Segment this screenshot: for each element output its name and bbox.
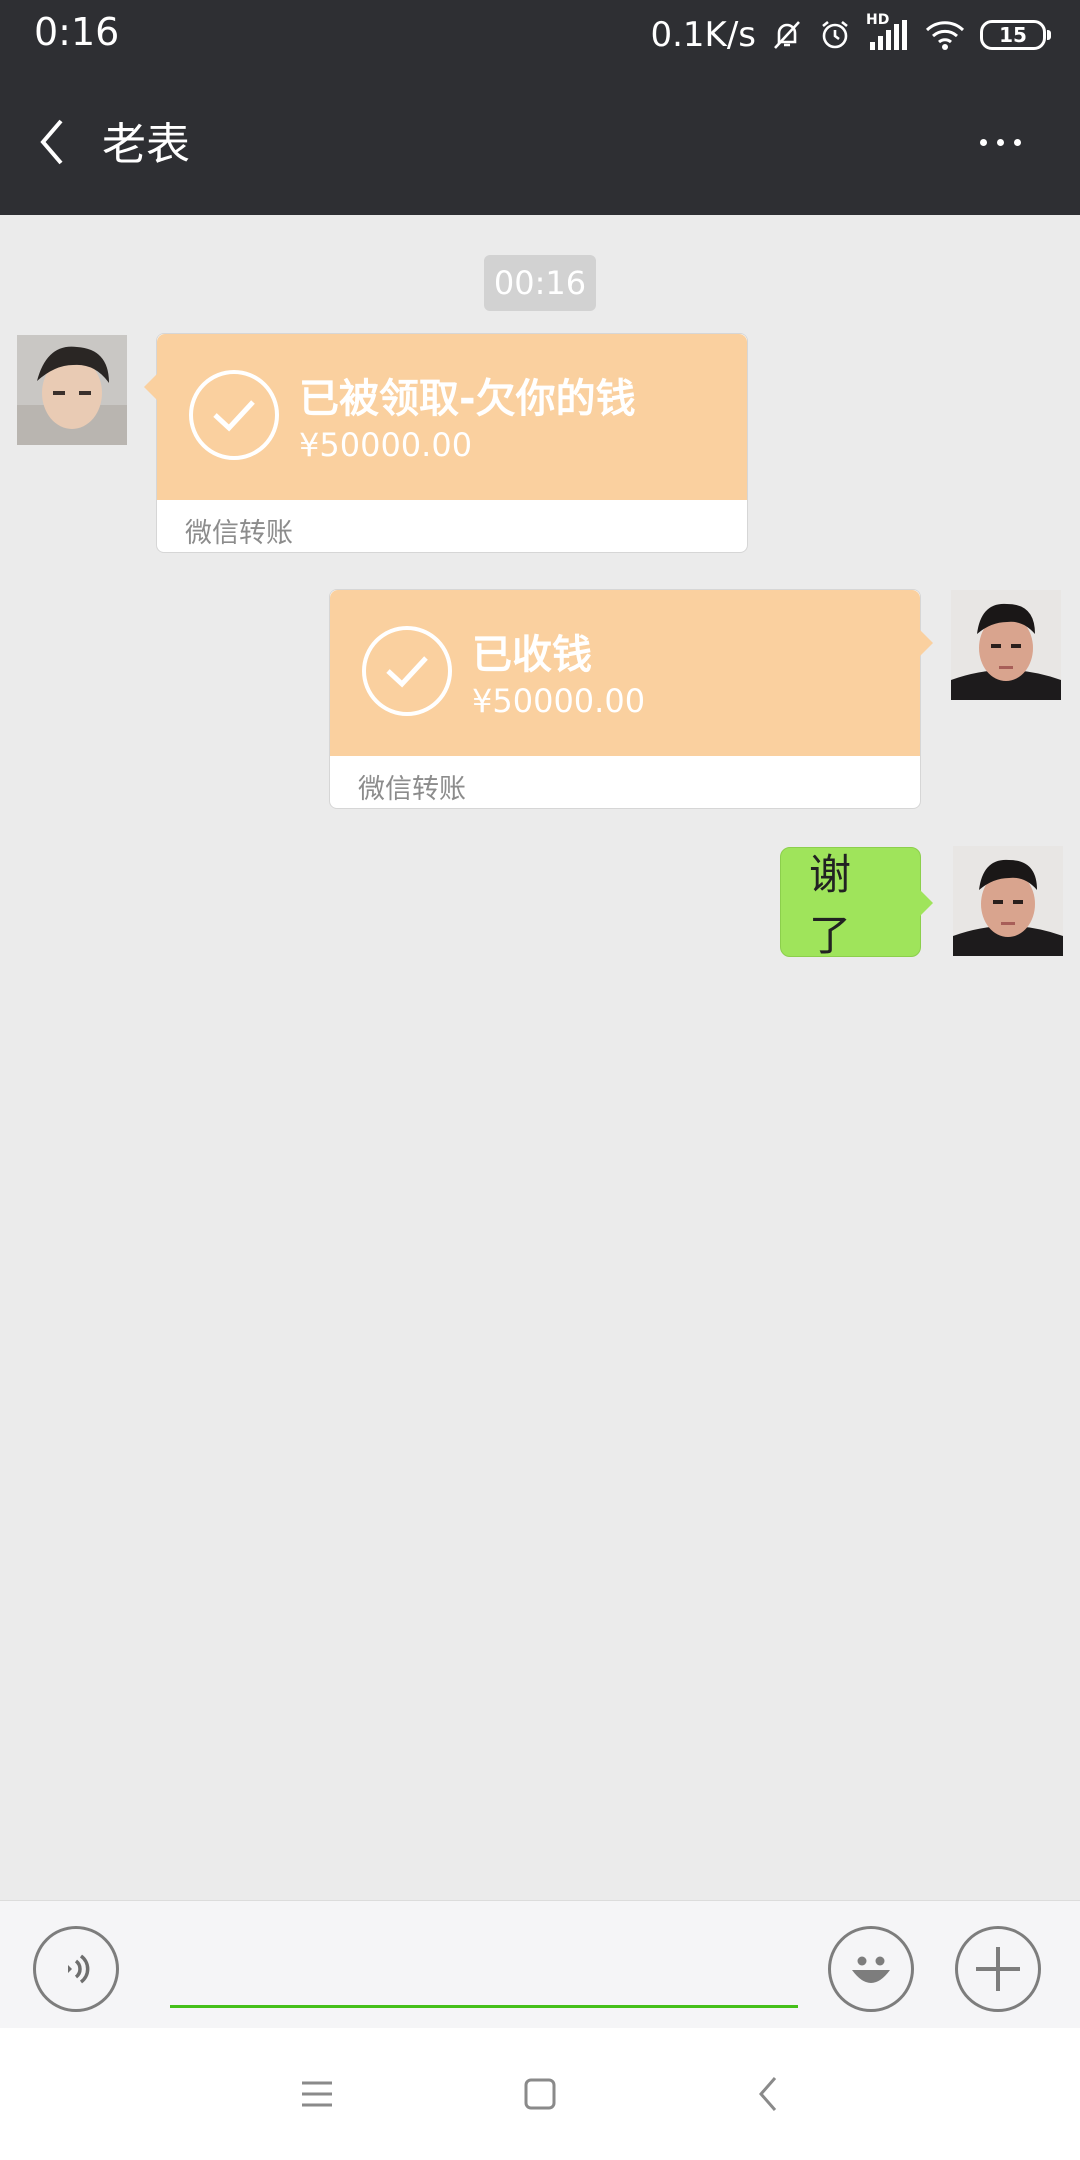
wifi-icon (924, 18, 966, 52)
more-dots-icon (979, 138, 987, 146)
nav-back-button[interactable] (728, 2058, 808, 2130)
message-text: 谢了 (809, 850, 852, 960)
network-badge: HD (866, 12, 890, 28)
alarm-icon (818, 18, 852, 52)
transfer-title: 已收钱 (472, 632, 592, 678)
status-time: 0:16 (34, 10, 120, 54)
voice-icon (68, 1954, 90, 1984)
transfer-footer: 微信转账 (185, 518, 293, 549)
message-bubble-sent[interactable]: 谢了 (780, 847, 933, 960)
chevron-left-icon (40, 119, 63, 165)
battery-icon: 15 (980, 20, 1051, 50)
net-speed: 0.1K/s (650, 15, 756, 55)
system-nav-bar (0, 2028, 1080, 2160)
home-icon (524, 2078, 556, 2110)
back-button[interactable] (22, 110, 82, 174)
emoji-icon (852, 1956, 890, 1983)
timestamp-chip: 00:16 (484, 255, 596, 311)
check-circle-icon (189, 370, 279, 460)
mute-bell-icon (770, 18, 804, 52)
status-icons: 0.1K/s HD 15 (650, 12, 1051, 58)
plus-button[interactable] (955, 1926, 1041, 2012)
battery-level: 15 (999, 23, 1027, 47)
emoji-button[interactable] (828, 1926, 914, 2012)
contact-avatar[interactable] (17, 335, 127, 445)
my-avatar[interactable] (953, 846, 1063, 956)
check-circle-icon (362, 626, 452, 716)
menu-button[interactable] (277, 2058, 357, 2130)
chat-header: 老表 (0, 70, 1080, 215)
plus-icon (976, 1947, 1020, 1991)
status-bar: 0:16 0.1K/s HD 15 (0, 0, 1080, 70)
signal-icon: HD (866, 12, 910, 52)
home-button[interactable] (500, 2058, 580, 2130)
chat-area[interactable]: 00:16 已被领取-欠你的钱 ¥50000.00 微信转账 已收钱 ¥5000… (0, 215, 1080, 1900)
voice-button[interactable] (33, 1926, 119, 2012)
more-button[interactable] (960, 110, 1040, 174)
transfer-card-received[interactable]: 已被领取-欠你的钱 ¥50000.00 微信转账 (144, 333, 748, 553)
my-avatar[interactable] (951, 590, 1061, 700)
transfer-amount: ¥50000.00 (472, 682, 646, 720)
input-bar (0, 1900, 1080, 2028)
message-input[interactable] (170, 1921, 798, 2008)
transfer-amount: ¥50000.00 (299, 426, 473, 464)
back-icon (759, 2077, 777, 2111)
transfer-footer: 微信转账 (358, 774, 466, 805)
menu-icon (302, 2081, 332, 2107)
transfer-card-collected[interactable]: 已收钱 ¥50000.00 微信转账 (329, 589, 933, 809)
transfer-title: 已被领取-欠你的钱 (299, 376, 636, 422)
chat-title: 老表 (102, 119, 190, 170)
